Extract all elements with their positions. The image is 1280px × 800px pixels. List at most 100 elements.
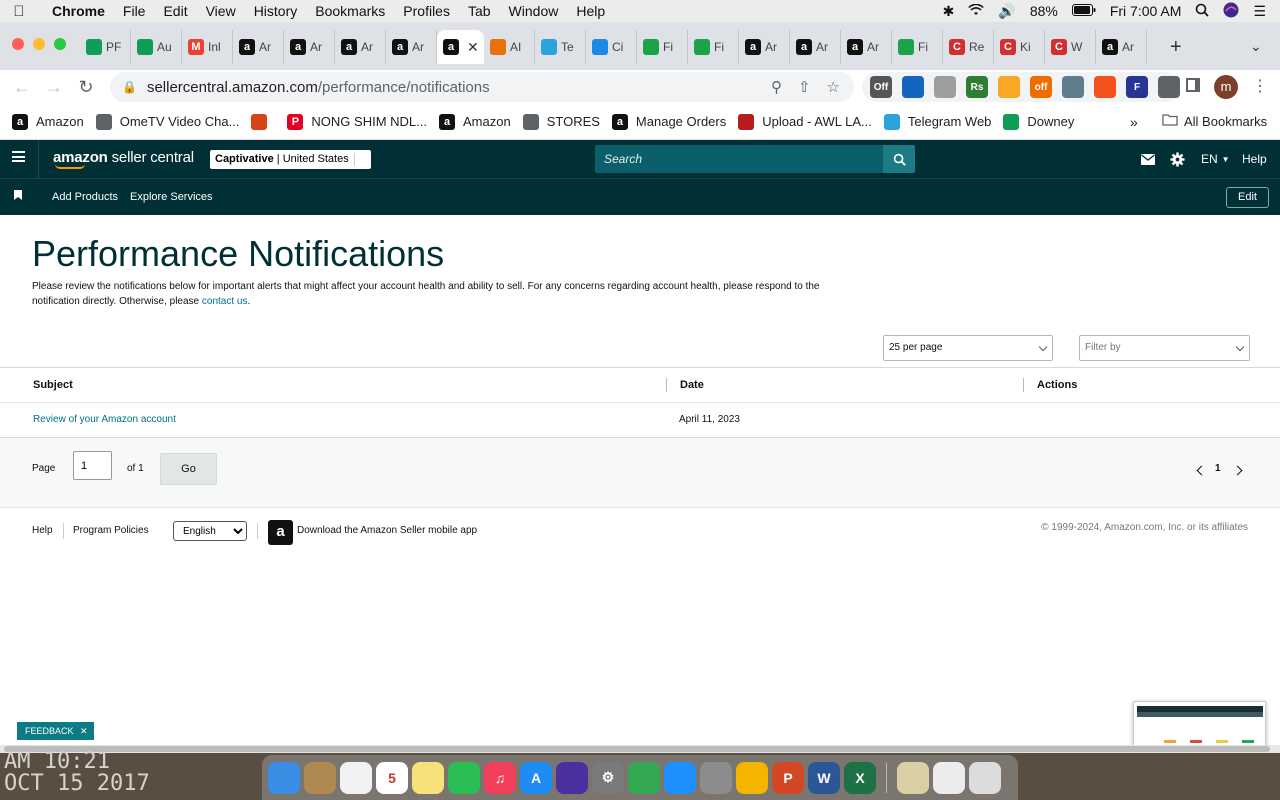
per-page-select[interactable]: 25 per page (883, 335, 1053, 361)
music-icon[interactable]: ♫ (484, 761, 516, 794)
menu-file[interactable]: File (114, 3, 155, 19)
browser-tab[interactable]: a Ar (335, 30, 386, 64)
menu-bookmarks[interactable]: Bookmarks (306, 3, 394, 19)
bookmark-item[interactable]: Upload - AWL LA... (738, 113, 872, 130)
search-button[interactable] (883, 145, 915, 173)
extension-icon[interactable] (1062, 76, 1084, 98)
excel-icon[interactable]: X (844, 761, 876, 794)
extension-icon[interactable] (998, 76, 1020, 98)
menu-help[interactable]: Help (567, 3, 614, 19)
filter-select[interactable]: Filter by (1079, 335, 1250, 361)
volume-icon[interactable]: 🔊 (998, 3, 1015, 20)
chrome-icon[interactable] (628, 761, 660, 794)
system-preferences-icon[interactable]: ⚙ (592, 761, 624, 794)
browser-tab[interactable]: a Ar (233, 30, 284, 64)
go-button[interactable]: Go (160, 453, 217, 485)
finder-icon[interactable] (268, 761, 300, 794)
browser-tab[interactable]: Au (131, 30, 182, 64)
column-header-date[interactable]: Date (680, 379, 704, 391)
browser-tab[interactable]: a Ar (739, 30, 790, 64)
language-selector[interactable]: EN ▼ (1201, 140, 1230, 178)
all-bookmarks-button[interactable]: All Bookmarks (1162, 113, 1267, 129)
extension-icon[interactable]: F (1126, 76, 1148, 98)
siri-icon[interactable] (1223, 2, 1239, 21)
bookmark-item[interactable] (251, 113, 275, 130)
calendar-icon[interactable]: 5 (376, 761, 408, 794)
browser-tab[interactable]: a Ar (790, 30, 841, 64)
back-button[interactable]: ← (6, 77, 38, 98)
address-bar[interactable]: 🔒 sellercentral.amazon.com/performance/n… (110, 72, 854, 102)
messages-icon[interactable] (1141, 140, 1155, 178)
spotlight-search-icon[interactable] (1195, 3, 1210, 20)
footer-program-policies-link[interactable]: Program Policies (73, 525, 149, 536)
photos-icon[interactable] (736, 761, 768, 794)
chrome-menu-icon[interactable]: ⋮ (1252, 76, 1268, 96)
documents-icon[interactable] (933, 761, 965, 794)
close-icon[interactable]: ✕ (80, 726, 88, 736)
siri-icon[interactable] (556, 761, 588, 794)
hamburger-menu-icon[interactable] (12, 151, 25, 162)
safari-icon[interactable] (664, 761, 696, 794)
close-window-button[interactable] (12, 38, 24, 50)
browser-tab[interactable]: AI (484, 30, 535, 64)
bookmark-item[interactable]: STORES (522, 113, 600, 130)
browser-tab[interactable]: Fi (892, 30, 943, 64)
browser-tab[interactable]: a Ar (1096, 30, 1147, 64)
footer-language-select[interactable]: English (173, 521, 247, 541)
browser-tab[interactable]: Fi (637, 30, 688, 64)
contact-us-link[interactable]: contact us (202, 296, 248, 307)
search-input[interactable] (595, 145, 883, 173)
forward-button[interactable]: → (38, 77, 70, 98)
powerpoint-icon[interactable]: P (772, 761, 804, 794)
downloads-icon[interactable] (897, 761, 929, 794)
bookmark-item[interactable]: Downey (1003, 113, 1074, 130)
edit-nav-button[interactable]: Edit (1226, 187, 1269, 208)
wifi-icon[interactable] (968, 3, 985, 19)
help-link[interactable]: Help (1242, 140, 1267, 178)
extension-icon[interactable] (1158, 76, 1180, 98)
store-selector[interactable]: Captivative | United States (210, 150, 371, 169)
page-number-input[interactable] (73, 451, 112, 480)
browser-tab[interactable]: PF (80, 30, 131, 64)
seller-central-logo[interactable]: amazon seller central (53, 149, 194, 169)
browser-tab[interactable]: a Ar (386, 30, 437, 64)
app-menu-chrome[interactable]: Chrome (38, 3, 114, 19)
zoom-window-button[interactable] (54, 38, 66, 50)
column-header-subject[interactable]: Subject (33, 379, 73, 391)
browser-tab[interactable]: a Ar (841, 30, 892, 64)
menu-tab[interactable]: Tab (459, 3, 500, 19)
bookmark-item[interactable]: OmeTV Video Cha... (95, 113, 239, 130)
battery-icon[interactable] (1071, 3, 1096, 19)
contacts-icon[interactable] (304, 761, 336, 794)
word-icon[interactable]: W (808, 761, 840, 794)
app-store-icon[interactable]: A (520, 761, 552, 794)
amazon-app-icon[interactable]: a (268, 520, 293, 545)
horizontal-scrollbar[interactable] (0, 745, 1280, 753)
bookmarks-overflow-button[interactable]: » (1130, 114, 1138, 130)
profile-avatar[interactable]: m (1214, 75, 1238, 99)
bookmark-item[interactable]: Telegram Web (883, 113, 991, 130)
clock[interactable]: Fri 7:00 AM (1110, 3, 1182, 19)
menu-edit[interactable]: Edit (154, 3, 196, 19)
control-center-icon[interactable]: ☰ (1253, 3, 1266, 20)
notes-icon[interactable] (412, 761, 444, 794)
browser-tab[interactable]: Fi (688, 30, 739, 64)
footer-help-link[interactable]: Help (32, 525, 53, 536)
browser-tab[interactable]: C Ki (994, 30, 1045, 64)
facetime-icon[interactable] (448, 761, 480, 794)
previous-page-chevron-icon[interactable] (1196, 465, 1207, 476)
reminders-icon[interactable] (340, 761, 372, 794)
tab-search-chevron-icon[interactable]: ⌄ (1250, 38, 1262, 55)
extension-icon[interactable] (1094, 76, 1116, 98)
menu-profiles[interactable]: Profiles (394, 3, 459, 19)
browser-tab[interactable]: a Ar (284, 30, 335, 64)
apple-menu-icon[interactable]:  (0, 3, 38, 20)
launchpad-icon[interactable] (700, 761, 732, 794)
browser-tab[interactable]: Ci (586, 30, 637, 64)
bookmark-star-icon[interactable]: ☆ (827, 78, 840, 96)
zoom-icon[interactable]: ⚲ (771, 78, 782, 96)
extension-icon[interactable] (902, 76, 924, 98)
side-panel-icon[interactable] (1186, 78, 1200, 92)
download-app-link[interactable]: Download the Amazon Seller mobile app (297, 525, 477, 536)
extension-icon[interactable]: Off (870, 76, 892, 98)
